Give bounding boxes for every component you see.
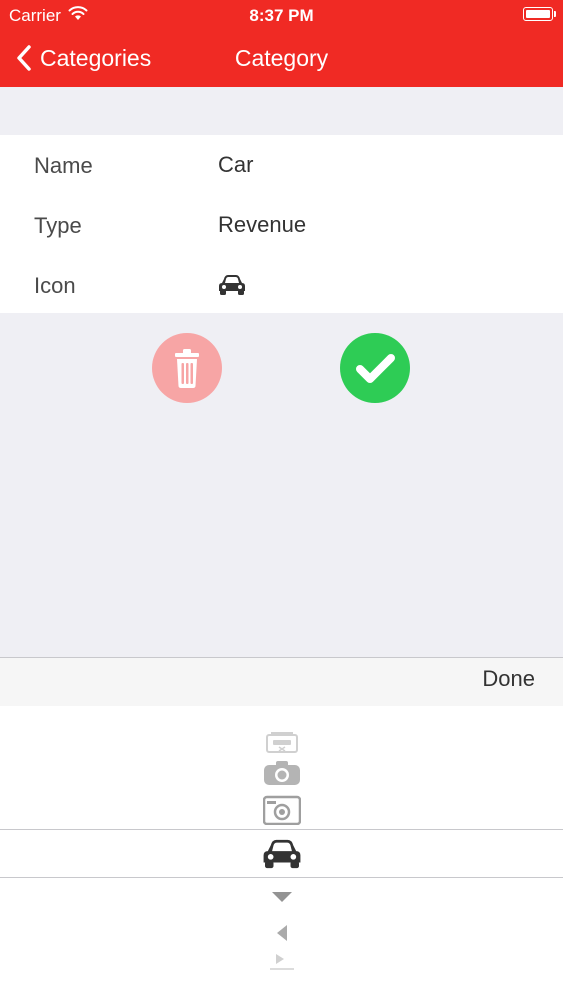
cassette-icon	[265, 732, 298, 753]
type-value[interactable]: Revenue	[218, 212, 306, 238]
picker-selection-bottom-line	[0, 877, 563, 878]
confirm-button[interactable]	[340, 333, 410, 403]
photo-camera-icon	[262, 795, 301, 825]
car-icon	[263, 839, 300, 869]
picker-selection-top-line	[0, 829, 563, 830]
name-value[interactable]: Car	[218, 152, 253, 178]
done-button[interactable]: Done	[482, 666, 535, 692]
picker-option[interactable]	[0, 890, 563, 904]
name-row[interactable]: Name Car	[0, 135, 563, 195]
caret-down-icon	[271, 892, 292, 902]
type-row[interactable]: Type Revenue	[0, 195, 563, 255]
caret-right-icon	[269, 954, 294, 970]
icon-picker[interactable]	[0, 706, 563, 1000]
navigation-bar: Carrier 8:37 PM Categories Category	[0, 0, 563, 87]
clock: 8:37 PM	[249, 6, 314, 25]
picker-option[interactable]	[0, 952, 563, 974]
status-bar: Carrier 8:37 PM	[0, 0, 563, 30]
picker-option[interactable]	[0, 795, 563, 825]
checkmark-icon	[356, 354, 395, 383]
car-icon[interactable]	[218, 273, 246, 297]
picker-option-selected[interactable]	[0, 837, 563, 871]
caret-left-icon	[276, 925, 287, 941]
picker-toolbar: Done	[0, 657, 563, 706]
icon-label: Icon	[34, 273, 76, 298]
name-label: Name	[34, 153, 93, 178]
trash-icon	[175, 349, 199, 388]
page-title: Category	[234, 45, 329, 71]
battery-icon	[523, 7, 556, 21]
type-label: Type	[34, 213, 82, 238]
icon-row[interactable]: Icon	[0, 255, 563, 315]
camera-icon	[263, 761, 300, 785]
delete-button[interactable]	[152, 333, 222, 403]
picker-option[interactable]	[0, 760, 563, 786]
category-form: Name Car Type Revenue Icon	[0, 135, 563, 313]
picker-option[interactable]	[0, 730, 563, 756]
picker-option[interactable]	[0, 924, 563, 942]
